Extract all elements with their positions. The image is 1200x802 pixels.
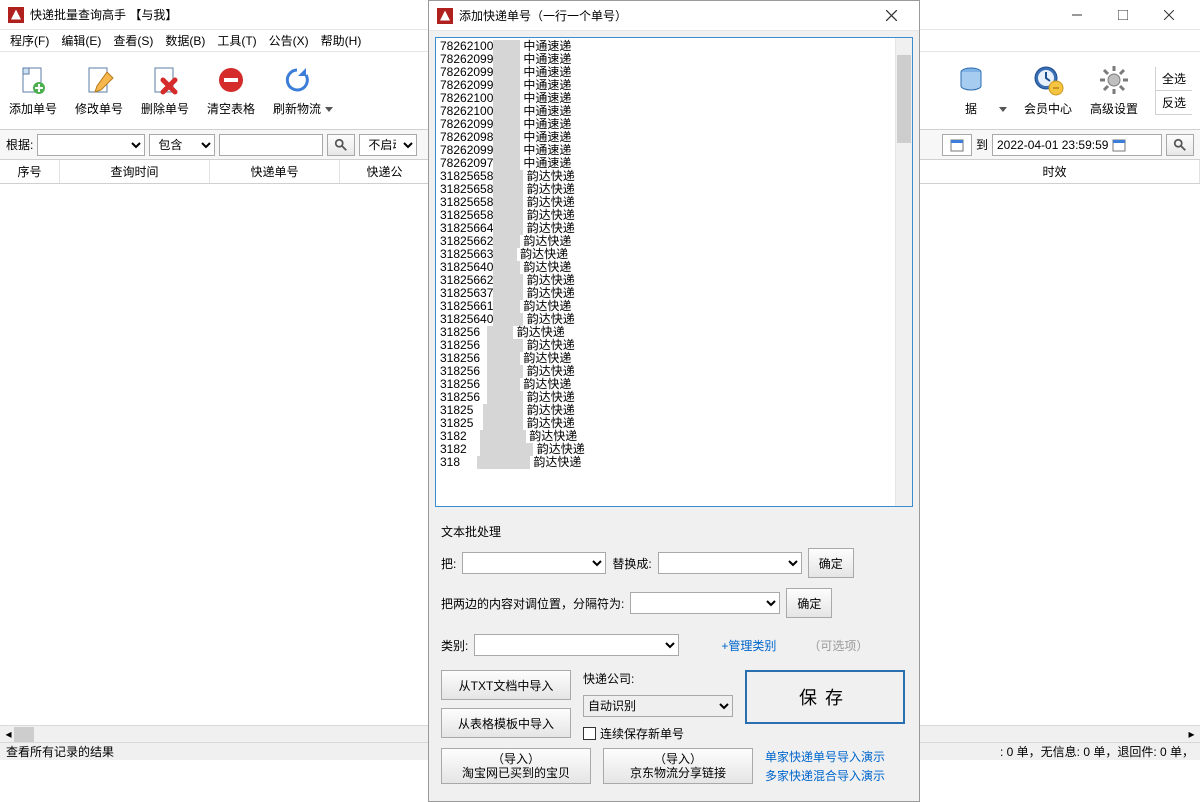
scroll-thumb[interactable]: [14, 727, 34, 742]
manage-category-link[interactable]: +管理类别: [721, 637, 776, 654]
import-txt-button[interactable]: 从TXT文档中导入: [441, 670, 571, 700]
col-timeg[interactable]: 时效: [910, 160, 1200, 183]
add-tracking-button[interactable]: 添加单号: [8, 64, 58, 117]
menu-tool[interactable]: 工具(T): [213, 30, 260, 51]
menu-notice[interactable]: 公告(X): [265, 30, 313, 51]
keep-save-checkbox[interactable]: 连续保存新单号: [583, 725, 733, 742]
maximize-button[interactable]: [1100, 0, 1146, 30]
dropdown-caret-icon[interactable]: [999, 107, 1007, 112]
swap-ok-button[interactable]: 确定: [786, 588, 832, 618]
filter-op-select[interactable]: 包含: [149, 134, 215, 156]
database-icon: [955, 64, 987, 96]
optional-label: （可选项）: [808, 637, 868, 654]
refresh-icon: [281, 64, 313, 96]
tracking-textarea[interactable]: 7826210090 中通速递7826209981 中通速递7826209900…: [435, 37, 913, 507]
clear-icon: [215, 64, 247, 96]
filter-value-input[interactable]: [219, 134, 323, 156]
replace-to-label: 替换成:: [612, 555, 651, 572]
swap-delim-combo[interactable]: [630, 592, 780, 614]
scroll-thumb[interactable]: [897, 55, 911, 143]
menu-help[interactable]: 帮助(H): [317, 30, 366, 51]
edit-tracking-button[interactable]: 修改单号: [74, 64, 124, 117]
dialog-icon: [437, 8, 453, 24]
minimize-button[interactable]: [1054, 0, 1100, 30]
batch-title: 文本批处理: [441, 523, 907, 540]
page-x-icon: [149, 64, 181, 96]
add-tracking-dialog: 添加快递单号（一行一个单号） 7826210090 中通速递7826209981…: [428, 0, 920, 802]
courier-select[interactable]: 自动识别: [583, 695, 733, 717]
menu-data[interactable]: 数据(B): [161, 30, 209, 51]
col-company[interactable]: 快递公: [340, 160, 430, 183]
page-pencil-icon: [83, 64, 115, 96]
col-querytime[interactable]: 查询时间: [60, 160, 210, 183]
demo-single-link[interactable]: 单家快递单号导入演示: [765, 748, 885, 765]
import-template-button[interactable]: 从表格模板中导入: [441, 708, 571, 738]
col-tracking[interactable]: 快递单号: [210, 160, 340, 183]
invert-select-button[interactable]: 反选: [1156, 91, 1192, 115]
dropdown-caret-icon[interactable]: [325, 107, 333, 112]
advanced-settings-button[interactable]: 高级设置: [1089, 64, 1139, 117]
menu-edit[interactable]: 编辑(E): [57, 30, 105, 51]
data-button[interactable]: 据: [946, 64, 996, 117]
replace-from-combo[interactable]: [462, 552, 606, 574]
courier-label: 快递公司:: [583, 670, 733, 687]
dialog-close-button[interactable]: [871, 2, 911, 30]
vertical-scrollbar[interactable]: [895, 38, 912, 506]
clock-coin-icon: [1032, 64, 1064, 96]
filter-root-label: 根据:: [6, 136, 33, 153]
date-to-label: 到: [976, 136, 988, 153]
status-right: : 0 单，无信息: 0 单，退回件: 0 单，: [1000, 743, 1194, 760]
dialog-titlebar: 添加快递单号（一行一个单号）: [429, 1, 919, 31]
delete-tracking-button[interactable]: 删除单号: [140, 64, 190, 117]
refresh-logistics-button[interactable]: 刷新物流: [272, 64, 322, 117]
date-from-picker[interactable]: [942, 134, 972, 156]
page-plus-icon: [17, 64, 49, 96]
scroll-right-arrow[interactable]: ▸: [1183, 726, 1200, 743]
date-to-picker[interactable]: 2022-04-01 23:59:59: [992, 134, 1162, 156]
tracking-row: 318 06300393 韵达快递: [440, 456, 908, 469]
import-jd-button[interactable]: （导入） 京东物流分享链接: [603, 748, 753, 784]
swap-label: 把两边的内容对调位置，分隔符为:: [441, 595, 624, 612]
status-left: 查看所有记录的结果: [6, 743, 114, 760]
col-index[interactable]: 序号: [0, 160, 60, 183]
save-button[interactable]: 保存: [745, 670, 905, 724]
replace-ok-button[interactable]: 确定: [808, 548, 854, 578]
filter-search-button[interactable]: [327, 134, 355, 156]
replace-to-combo[interactable]: [658, 552, 802, 574]
dialog-title: 添加快递单号（一行一个单号）: [459, 7, 871, 24]
replace-from-label: 把:: [441, 555, 456, 572]
import-taobao-button[interactable]: （导入） 淘宝网已买到的宝贝: [441, 748, 591, 784]
category-combo[interactable]: [474, 634, 679, 656]
filter-field-select[interactable]: [37, 134, 145, 156]
select-all-button[interactable]: 全选: [1156, 67, 1192, 91]
category-label: 类别:: [441, 637, 468, 654]
vip-center-button[interactable]: 会员中心: [1023, 64, 1073, 117]
date-search-button[interactable]: [1166, 134, 1194, 156]
close-button[interactable]: [1146, 0, 1192, 30]
filter-start-select[interactable]: 不启动: [359, 134, 417, 156]
menu-view[interactable]: 查看(S): [109, 30, 157, 51]
clear-table-button[interactable]: 清空表格: [206, 64, 256, 117]
app-icon: [8, 7, 24, 23]
gear-icon: [1098, 64, 1130, 96]
demo-mixed-link[interactable]: 多家快递混合导入演示: [765, 767, 885, 784]
menu-program[interactable]: 程序(F): [6, 30, 53, 51]
